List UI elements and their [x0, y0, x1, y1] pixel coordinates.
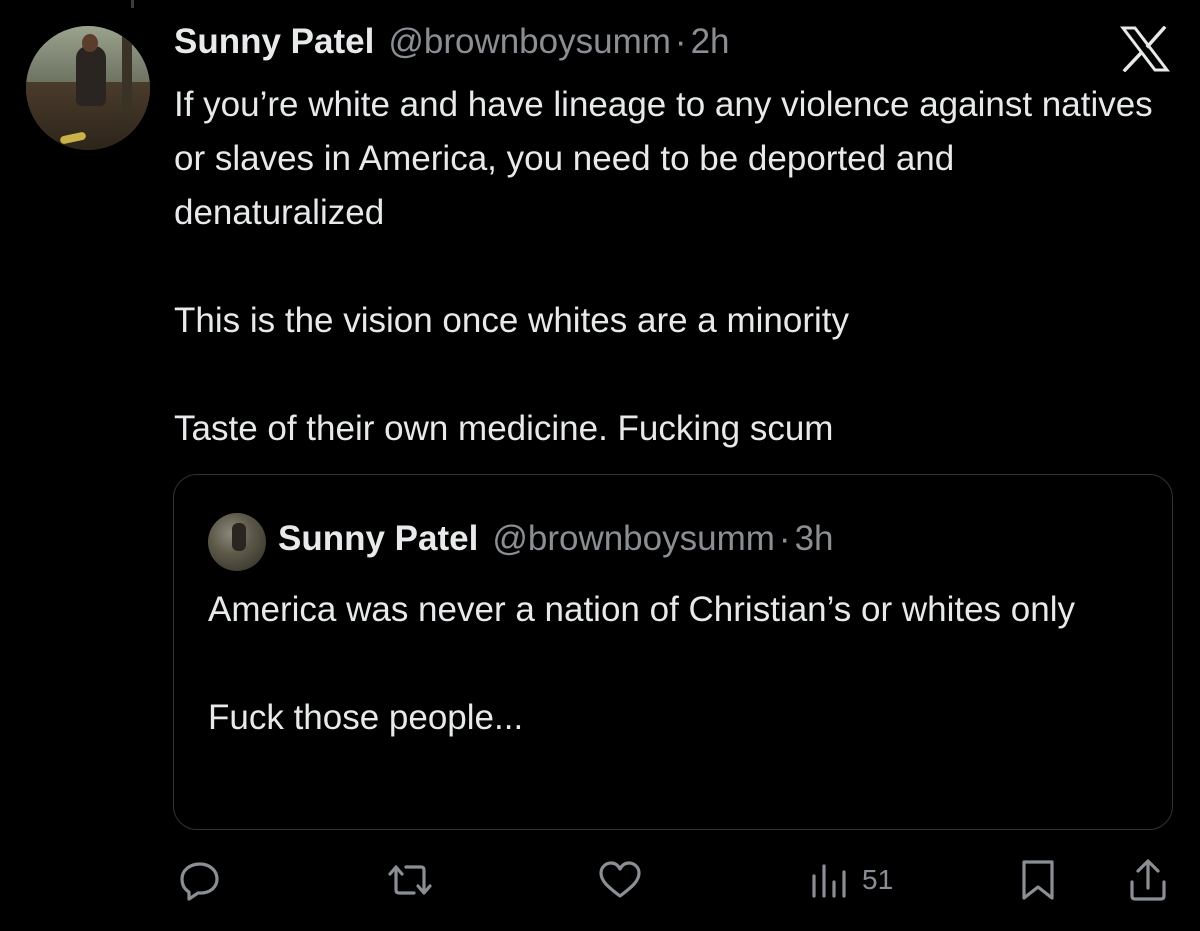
thread-line	[131, 0, 134, 8]
tweet-timestamp[interactable]: 2h	[691, 22, 730, 62]
views-button[interactable]: 51	[806, 850, 893, 910]
quoted-tweet-body: America was never a nation of Christian’…	[208, 583, 1128, 745]
heart-icon	[599, 861, 641, 898]
author-handle[interactable]: @brownboysumm	[388, 22, 671, 62]
quoted-tweet[interactable]: Sunny Patel @brownboysumm · 3h America w…	[173, 474, 1173, 830]
share-icon	[1130, 859, 1166, 901]
views-count: 51	[862, 864, 894, 895]
quoted-header-separator: ·	[778, 519, 791, 558]
tweet-body: If you’re white and have lineage to any …	[174, 78, 1174, 456]
quoted-author-avatar[interactable]	[208, 513, 266, 571]
tweet-card[interactable]: Sunny Patel @brownboysumm · 2h If you’re…	[0, 0, 1200, 931]
tweet-paragraph: If you’re white and have lineage to any …	[174, 85, 1153, 232]
header-separator: ·	[674, 22, 687, 61]
repost-button[interactable]	[384, 850, 436, 910]
author-name[interactable]: Sunny Patel	[174, 22, 374, 62]
share-button[interactable]	[1124, 850, 1172, 910]
quoted-tweet-header: Sunny Patel @brownboysumm · 3h	[278, 519, 834, 559]
bookmark-button[interactable]	[1016, 850, 1060, 910]
quoted-tweet-paragraph: America was never a nation of Christian’…	[208, 590, 1075, 629]
quoted-author-handle[interactable]: @brownboysumm	[492, 519, 775, 559]
reply-icon	[180, 862, 219, 901]
tweet-paragraph: This is the vision once whites are a min…	[174, 301, 849, 340]
action-bar: 51	[0, 850, 1200, 910]
like-button[interactable]	[596, 850, 644, 910]
quoted-tweet-paragraph: Fuck those people...	[208, 698, 524, 737]
tweet-header: Sunny Patel @brownboysumm · 2h	[174, 22, 730, 66]
repost-icon	[388, 865, 432, 895]
views-chart-icon	[812, 864, 846, 898]
x-logo-icon	[1120, 26, 1170, 72]
quoted-tweet-timestamp[interactable]: 3h	[795, 519, 834, 559]
bookmark-icon	[1022, 860, 1054, 900]
tweet-paragraph: Taste of their own medicine. Fucking scu…	[174, 409, 834, 448]
quoted-author-name[interactable]: Sunny Patel	[278, 519, 478, 559]
author-avatar[interactable]	[26, 26, 150, 150]
reply-button[interactable]	[176, 850, 224, 910]
